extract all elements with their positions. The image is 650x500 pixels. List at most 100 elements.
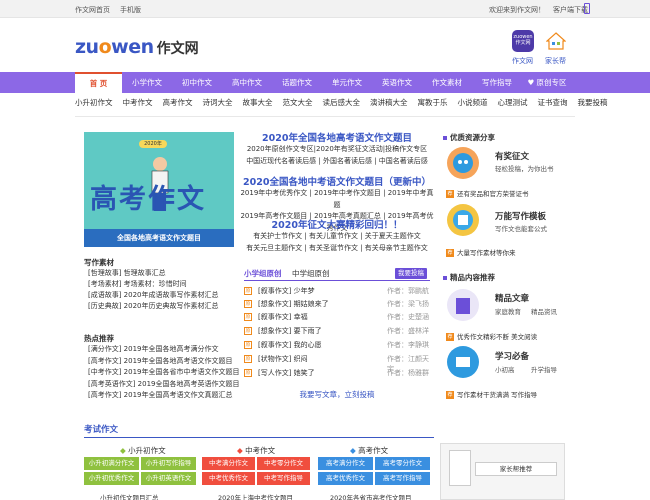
list-item[interactable]: [考场素材] 考场素材：珍惜时间	[88, 279, 219, 290]
list-item[interactable]: [哲理故事] 哲理故事汇总	[88, 268, 219, 279]
list-item[interactable]: 原 [想象作文] 期姑娘来了 作者：梁飞扬	[244, 298, 430, 310]
nav-junior[interactable]: 初中作文	[172, 72, 222, 93]
list-item[interactable]: [高考作文] 2019年全国各地高考语文作文题目	[88, 356, 240, 368]
fine-article-line[interactable]: 荐优秀作文精彩不断 美文阅读	[446, 331, 537, 341]
bottom-link[interactable]: 2020年上海中考作文题目	[218, 492, 293, 500]
grid-cell[interactable]: 小升初英语作文	[141, 472, 196, 485]
site-logo[interactable]: zuowen 作文网	[75, 36, 199, 58]
list-item[interactable]: 原 [叙事作文] 我的心愿 作者：李静琪	[244, 339, 430, 351]
item-title[interactable]: [状物作文] 织闷	[258, 354, 308, 364]
article-icon[interactable]	[446, 288, 480, 322]
study-sub[interactable]: 小初高	[495, 364, 515, 374]
headline-zhongkao[interactable]: 2020全国各地中考语文作文题目（更新中）	[237, 174, 437, 188]
item-title[interactable]: [叙事作文] 我的心愿	[258, 340, 322, 350]
bottom-link[interactable]: 2020年各省市高考作文题目	[330, 492, 412, 500]
list-item[interactable]: 原 [想象作文] 要下雨了 作者：盛林洋	[244, 325, 430, 337]
nav-home[interactable]: 首 页	[75, 72, 122, 93]
gaokao-banner[interactable]: 2020年 高考作文 全国各地高考语文作文题目	[84, 132, 234, 247]
grid-cell[interactable]: 中考写作指导	[257, 472, 310, 485]
item-title[interactable]: [写人作文] 她笑了	[258, 368, 315, 378]
study-icon[interactable]	[446, 345, 480, 379]
subnav-item[interactable]: 我要投稿	[578, 97, 608, 108]
grid-cell[interactable]: 中考零分作文	[257, 457, 310, 470]
contest-line[interactable]: 荐还有奖品和官方荣誉证书	[446, 188, 529, 198]
parent-label[interactable]: 家长帮	[545, 56, 566, 66]
contest-title[interactable]: 有奖征文	[495, 150, 529, 162]
parent-home-icon[interactable]	[546, 32, 566, 50]
fine-article-title[interactable]: 精品文章	[495, 292, 529, 304]
subnav-item[interactable]: 演讲稿大全	[370, 97, 408, 108]
grid-cell[interactable]: 高考满分作文	[318, 457, 373, 470]
list-item[interactable]: [历史典故] 2020年历史典故写作素材汇总	[88, 301, 219, 312]
grid-cell[interactable]: 高考优秀作文	[318, 472, 373, 485]
phone-icon[interactable]	[584, 3, 590, 14]
list-item[interactable]: [中考作文] 2019年全国各省市中考语文作文题目	[88, 367, 240, 379]
write-article-link[interactable]: 我要写文章，立刻投稿	[244, 389, 430, 400]
grid-cell[interactable]: 小升初满分作文	[84, 457, 139, 470]
link-row[interactable]: 有关护士节作文 | 有关儿童节作文 | 关于夏天主题作文	[237, 231, 437, 243]
link-row[interactable]: 有关元旦主题作文 | 有关圣诞节作文 | 有关母亲节主题作文	[237, 243, 437, 255]
link-row[interactable]: 2020年原创作文专区|2020年有奖征文活动|投稿作文专区	[237, 144, 437, 156]
list-item[interactable]: 原 [写人作文] 她笑了 作者：杨雅群	[244, 367, 430, 379]
item-title[interactable]: [想象作文] 要下雨了	[258, 326, 322, 336]
subnav-item[interactable]: 寓教于乐	[418, 97, 448, 108]
grid-cell[interactable]: 小升初写作指导	[141, 457, 196, 470]
nav-primary[interactable]: 小学作文	[122, 72, 172, 93]
app-icon[interactable]: zuowen 作文网	[512, 30, 534, 52]
tab-middle-original[interactable]: 中学组原创	[292, 268, 330, 279]
nav-senior[interactable]: 高中作文	[222, 72, 272, 93]
headline-contest[interactable]: 2020年征文大赛精彩回归！！	[237, 217, 437, 231]
list-item[interactable]: [满分作文] 2019年全国各地高考满分作文	[88, 344, 240, 356]
template-icon[interactable]	[446, 203, 480, 237]
nav-original[interactable]: ♥ 原创专区	[522, 72, 572, 93]
subnav-item[interactable]: 故事大全	[243, 97, 273, 108]
submit-button[interactable]: 我要投稿	[395, 268, 427, 279]
robot-icon[interactable]	[446, 146, 480, 180]
nav-english[interactable]: 英语作文	[372, 72, 422, 93]
grid-cell[interactable]: 高考零分作文	[375, 457, 430, 470]
fine-article-sub[interactable]: 家庭教育	[495, 306, 521, 316]
client-download-link[interactable]: 客户端下载	[553, 5, 588, 15]
subnav-item[interactable]: 证书查询	[538, 97, 568, 108]
nav-unit[interactable]: 单元作文	[322, 72, 372, 93]
subnav-item[interactable]: 小升初作文	[75, 97, 113, 108]
list-item[interactable]: [高考英语作文] 2019全国各地高考英语作文题目	[88, 379, 240, 391]
grid-cell[interactable]: 中考满分作文	[202, 457, 255, 470]
nav-guide[interactable]: 写作指导	[472, 72, 522, 93]
template-title[interactable]: 万能写作模板	[495, 210, 546, 222]
item-title[interactable]: [叙事作文] 少年梦	[258, 286, 315, 296]
grid-cell[interactable]: 小升初优秀作文	[84, 472, 139, 485]
home-link[interactable]: 作文网首页	[75, 5, 110, 15]
nav-topic[interactable]: 话题作文	[272, 72, 322, 93]
tab-primary-original[interactable]: 小学组原创	[244, 268, 282, 279]
list-item[interactable]: [高考作文] 2019年全国高考语文作文真题汇总	[88, 390, 240, 402]
subnav-item[interactable]: 高考作文	[163, 97, 193, 108]
list-item[interactable]: 原 [叙事作文] 少年梦 作者：郭鹏航	[244, 285, 430, 297]
headline-gaokao[interactable]: 2020年全国各地高考语文作文题目	[237, 130, 437, 144]
item-title[interactable]: [叙事作文] 幸福	[258, 312, 308, 322]
study-line[interactable]: 荐写作素材干货满满 写作指导	[446, 389, 537, 399]
nav-material[interactable]: 作文素材	[422, 72, 472, 93]
subnav-item[interactable]: 小说频道	[458, 97, 488, 108]
promo-card[interactable]: 家长帮推荐	[440, 443, 565, 500]
item-title[interactable]: [想象作文] 期姑娘来了	[258, 299, 329, 309]
subnav-item[interactable]: 心理测试	[498, 97, 528, 108]
list-item[interactable]: [成语故事] 2020年成语故事写作素材汇总	[88, 290, 219, 301]
list-item[interactable]: 原 [叙事作文] 幸福 作者：史楚涵	[244, 311, 430, 323]
app-label[interactable]: 作文网	[512, 56, 533, 66]
link-row[interactable]: 中国近现代名著读后感 | 外国名著读后感 | 中国名著读后感	[237, 156, 437, 168]
template-line[interactable]: 荐大量写作素材等你来	[446, 247, 516, 257]
link-row[interactable]: 2019年中考优秀作文 | 2019年中考作文题目 | 2019年中考真题	[237, 188, 437, 211]
subnav-item[interactable]: 读后感大全	[323, 97, 361, 108]
grid-cell[interactable]: 中考优秀作文	[202, 472, 255, 485]
fine-article-sub[interactable]: 精品资讯	[531, 306, 557, 316]
grid-cell[interactable]: 高考写作指导	[375, 472, 430, 485]
study-sub[interactable]: 升学指导	[531, 364, 557, 374]
subnav-item[interactable]: 范文大全	[283, 97, 313, 108]
subnav-item[interactable]: 诗词大全	[203, 97, 233, 108]
mobile-link[interactable]: 手机版	[120, 5, 141, 15]
study-title[interactable]: 学习必备	[495, 350, 529, 362]
bottom-link[interactable]: 小升初作文题目汇总	[100, 492, 159, 500]
list-item[interactable]: 原 [状物作文] 织闷 作者：江颜天宇	[244, 353, 430, 373]
subnav-item[interactable]: 中考作文	[123, 97, 153, 108]
